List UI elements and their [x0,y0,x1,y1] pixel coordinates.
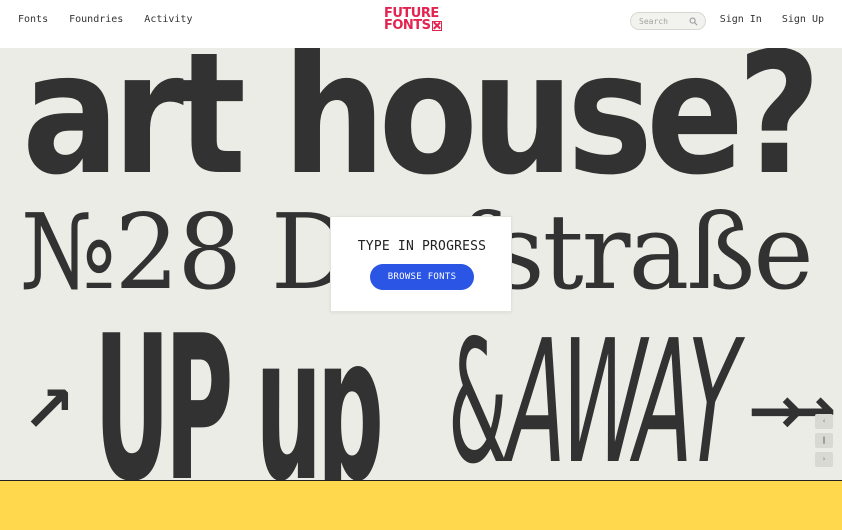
specimen-double-arrow: →→ [748,372,836,449]
browse-fonts-button[interactable]: BROWSE FONTS [370,264,474,290]
search-input[interactable] [639,15,689,27]
slide-pause-button[interactable]: ‖ [815,433,833,448]
sign-up-link[interactable]: Sign Up [782,14,824,25]
specimen-line-art-house: art house? [22,48,821,212]
specimen-arrow-northeast: ↗ [22,373,76,447]
future-fonts-logo[interactable]: FUTURE FONTS [384,7,458,36]
nav-link-fonts[interactable]: Fonts [18,14,48,25]
slide-prev-button[interactable]: ‹ [815,414,833,429]
primary-nav: Fonts Foundries Activity [18,14,192,25]
specimen-ampersand: & [448,304,508,480]
chevron-right-icon: › [822,455,826,463]
slide-next-button[interactable]: › [815,452,833,467]
type-in-progress-card: TYPE IN PROGRESS BROWSE FONTS [330,216,512,312]
nav-link-activity[interactable]: Activity [144,14,192,25]
logo-text-bottom-row: FONTS [384,18,458,33]
pause-icon: ‖ [822,436,826,444]
chevron-left-icon: ‹ [822,417,826,425]
yellow-footer-band [0,480,842,530]
nav-link-foundries[interactable]: Foundries [69,14,123,25]
search-box[interactable] [630,12,706,30]
search-icon[interactable] [689,17,698,26]
card-title: TYPE IN PROGRESS [357,239,487,254]
specimen-up-up: UP up [94,293,384,481]
logo-text-bottom: FONTS [384,18,431,33]
logo-x-box-icon [431,21,442,31]
account-nav: Sign In Sign Up [720,14,824,25]
specimen-away: AWAY [497,304,747,480]
sign-in-link[interactable]: Sign In [720,14,762,25]
top-nav-bar: Fonts Foundries Activity FUTURE FONTS Si… [0,0,842,48]
